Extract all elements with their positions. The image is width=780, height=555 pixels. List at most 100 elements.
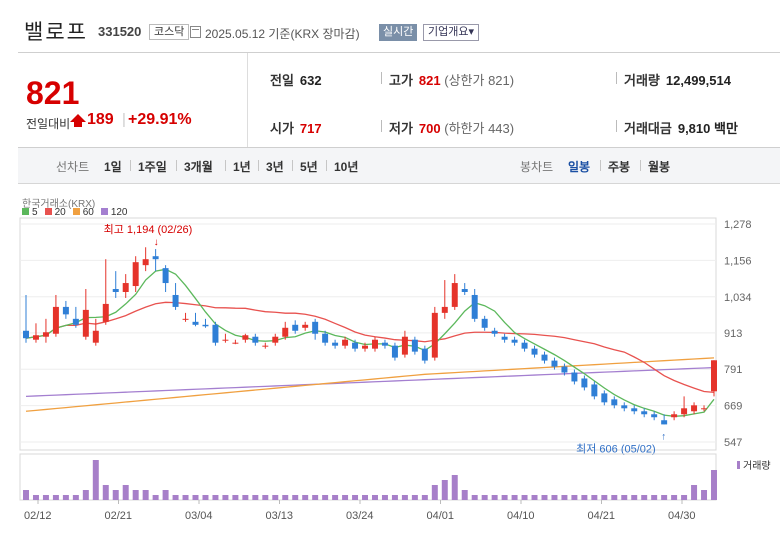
volume-bar — [32, 495, 39, 500]
candle-body — [122, 283, 129, 292]
ma-line-60 — [25, 357, 715, 412]
company-info-button[interactable]: 기업개요▾ — [423, 24, 480, 41]
down-arrow-icon: ↓ — [154, 237, 159, 248]
volume-bar — [172, 495, 179, 500]
candle-body — [551, 360, 558, 367]
candle-daily[interactable]: 일봉 — [568, 158, 590, 175]
candle-body — [42, 332, 49, 337]
period-3y[interactable]: 3년 — [266, 158, 284, 175]
volume-bar — [711, 470, 717, 500]
volume-bar — [272, 495, 279, 500]
volume-bar — [511, 495, 518, 500]
stock-chart[interactable]: 1,278 1,156 1,034 913 791 669 547 최고 1,194 (02/… — [0, 188, 780, 555]
candle-body — [601, 393, 608, 403]
volume-bar — [481, 495, 488, 500]
open-price: 시가 717 — [270, 121, 322, 136]
volume-bar — [591, 495, 598, 500]
low-annotation: 최저 606 (05/02) — [576, 442, 656, 455]
volume-bar — [332, 495, 339, 500]
candle-body — [541, 354, 548, 361]
y-tick-label: 913 — [724, 328, 742, 340]
candle-body — [511, 339, 518, 343]
divider — [225, 160, 226, 171]
volume-bar — [72, 495, 79, 500]
period-1w[interactable]: 1주일 — [138, 158, 167, 175]
ma-line-5 — [25, 268, 715, 417]
volume-bar — [571, 495, 578, 500]
volume-bar — [451, 475, 458, 500]
y-tick-label: 1,278 — [724, 219, 752, 231]
period-bar: 선차트 1일 1주일 3개월 1년 3년 5년 10년 봉차트 일봉 주봉 월봉 — [18, 148, 780, 184]
candle-body — [461, 289, 468, 292]
candle-weekly[interactable]: 주봉 — [608, 158, 630, 175]
volume-bar — [252, 495, 259, 500]
volume-bar — [621, 495, 628, 500]
prev-close: 전일 632 — [270, 73, 322, 88]
y-tick-label: 1,034 — [724, 292, 752, 304]
period-3m[interactable]: 3개월 — [184, 158, 213, 175]
candle-body — [631, 408, 638, 412]
candle-body — [82, 309, 89, 337]
candle-body — [162, 268, 169, 284]
volume-bar — [371, 495, 378, 500]
stock-name: 밸로프 — [24, 21, 88, 44]
change-value: 189 — [87, 111, 114, 128]
candle-body — [292, 324, 299, 331]
period-1d[interactable]: 1일 — [104, 158, 122, 175]
candle-body — [112, 289, 119, 292]
candle-body — [681, 408, 688, 415]
volume-bar — [691, 485, 698, 500]
company-info-label: 기업개요 — [428, 26, 469, 38]
candle-body — [431, 312, 438, 358]
volume-bar — [411, 495, 418, 500]
date-info: 2025.05.12 기준(KRX 장마감) — [205, 27, 360, 41]
volume-bar — [421, 495, 428, 500]
candle-body — [411, 339, 418, 352]
volume-bar — [561, 495, 568, 500]
divider — [326, 160, 327, 171]
volume-bar — [501, 495, 508, 500]
candle-body — [142, 259, 149, 266]
volume-bar — [292, 495, 299, 500]
volume-bar — [52, 495, 59, 500]
x-tick-label: 03/04 — [185, 510, 213, 522]
volume-bar — [381, 495, 388, 500]
candle-body — [92, 330, 99, 343]
candle-body — [401, 336, 408, 355]
volume-bar — [322, 495, 329, 500]
candle-body — [671, 414, 678, 418]
volume-bar — [352, 495, 359, 500]
volume-bar — [42, 495, 49, 500]
volume-bar — [681, 495, 688, 500]
candle-body — [102, 303, 109, 322]
volume-bar — [661, 495, 668, 500]
candle-monthly[interactable]: 월봉 — [648, 158, 670, 175]
x-tick-label: 02/21 — [105, 510, 133, 522]
volume-bar — [162, 490, 169, 500]
volume-bar — [92, 460, 99, 500]
high-price: 고가 821 (상한가 821) — [389, 73, 515, 88]
volume: 거래량 12,499,514 — [624, 73, 731, 88]
volume-legend-swatch — [737, 461, 740, 469]
volume-bar — [431, 485, 438, 500]
volume-bar — [23, 490, 29, 500]
volume-bar — [641, 495, 648, 500]
candle-body — [222, 339, 229, 341]
volume-bar — [491, 495, 498, 500]
divider — [381, 120, 382, 132]
period-5y[interactable]: 5년 — [300, 158, 318, 175]
x-tick-label: 04/01 — [427, 510, 455, 522]
candle-body — [391, 345, 398, 358]
volume-bar — [232, 495, 239, 500]
divider — [616, 120, 617, 132]
candle-body — [232, 342, 239, 344]
stock-code: 331520 — [98, 24, 142, 39]
period-10y[interactable]: 10년 — [334, 158, 358, 175]
period-1y[interactable]: 1년 — [233, 158, 251, 175]
candle-body — [701, 408, 708, 410]
live-button[interactable]: 실시간 — [379, 24, 418, 41]
candle-body — [591, 384, 598, 397]
candle-body — [172, 294, 179, 307]
x-tick-label: 04/30 — [668, 510, 696, 522]
up-arrow-icon — [70, 114, 86, 122]
